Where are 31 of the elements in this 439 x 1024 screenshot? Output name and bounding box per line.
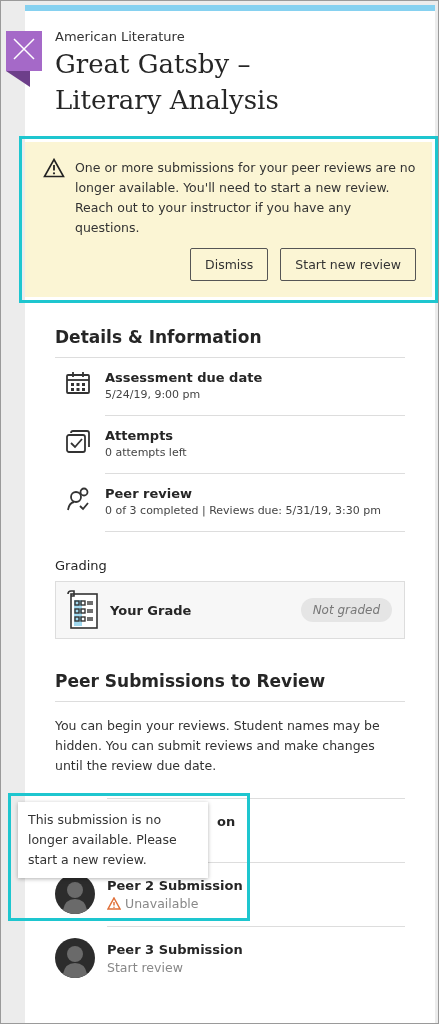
detail-label: Peer review <box>105 486 194 501</box>
calendar-icon <box>65 370 91 396</box>
page-title: Great Gatsby – Literary Analysis <box>55 48 280 117</box>
section-description: You can begin your reviews. Student names may be hidden. You can submit reviews and make changes until the review due date. <box>55 717 381 775</box>
detail-label: Assessment due date <box>105 370 264 385</box>
submission-title: on <box>217 814 236 829</box>
detail-label: Attempts <box>105 428 175 443</box>
warning-icon <box>107 897 121 910</box>
detail-value: 0 attempts left <box>105 446 188 459</box>
submission-title: Peer 2 Submission <box>107 878 244 893</box>
dismiss-button[interactable]: Dismiss <box>190 248 269 281</box>
section-heading: Peer Submissions to Review <box>55 671 405 702</box>
avatar-icon <box>55 938 95 978</box>
peer-review-icon <box>65 486 91 512</box>
section-heading: Details & Information <box>55 327 405 358</box>
tooltip: This submission is no longer available. Please start a new review. <box>18 802 208 878</box>
detail-value: 5/24/19, 9:00 pm <box>105 388 202 401</box>
warning-icon <box>43 158 65 178</box>
status-text: Unavailable <box>125 896 199 911</box>
grade-label: Your Grade <box>110 602 193 618</box>
course-name: American Literature <box>55 29 186 44</box>
close-button[interactable] <box>6 31 42 87</box>
submission-title: Peer 3 Submission <box>107 942 244 957</box>
gradebook-icon <box>66 590 100 630</box>
checkbox-stack-icon <box>65 428 91 454</box>
alert-message: One or more submissions for your peer reviews are no longer available. You'll need to start a new review. Reach out to your instructor if you have any questions. <box>75 159 416 237</box>
grade-status-pill: Not graded <box>300 598 392 622</box>
start-review-button[interactable]: Start new review <box>280 248 416 281</box>
detail-value: 0 of 3 completed | Reviews due: 5/31/19, 3:30 pm <box>105 504 382 517</box>
grading-label: Grading <box>55 558 108 573</box>
start-review-link[interactable]: Start review <box>107 960 183 975</box>
